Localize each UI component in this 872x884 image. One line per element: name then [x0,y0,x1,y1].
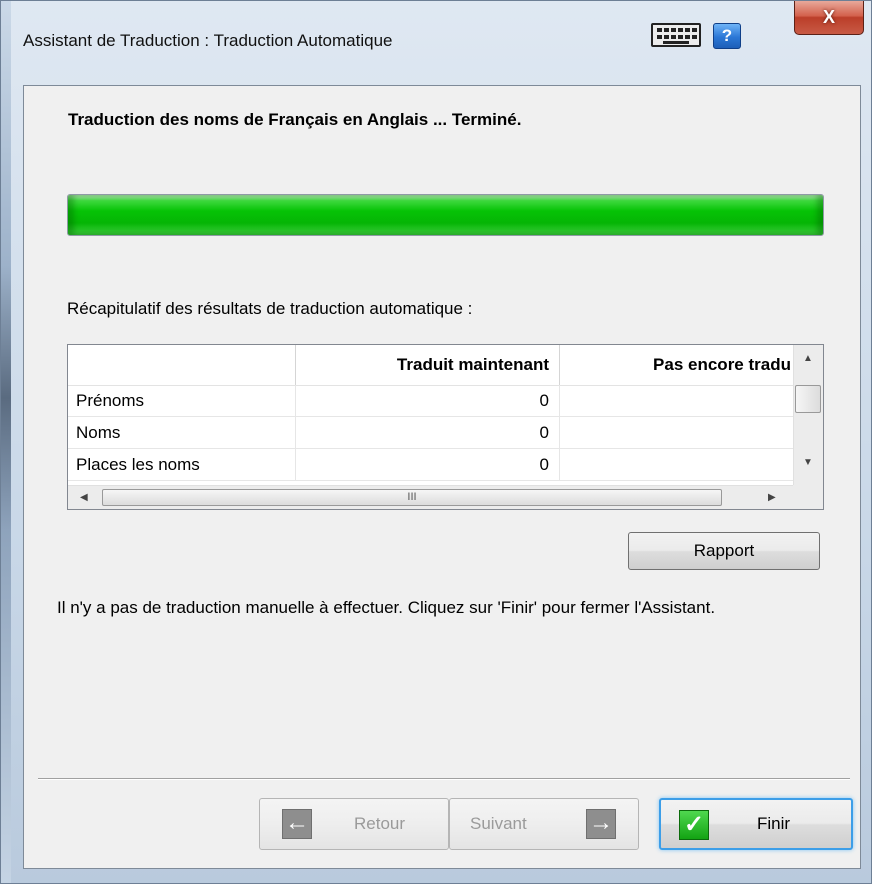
horizontal-scrollbar[interactable]: ◀ III ▶ [68,485,793,509]
row-pending [560,385,793,417]
finish-label: Finir [757,814,791,833]
table-row[interactable]: Places les noms 0 [68,449,793,481]
window-title: Assistant de Traduction : Traduction Aut… [23,31,393,50]
back-button[interactable]: ← Retour [259,798,449,850]
row-pending [560,449,793,481]
progress-fill [68,195,823,235]
status-heading: Traduction des noms de Français en Angla… [68,110,522,129]
scroll-left-icon[interactable]: ◀ [80,492,88,503]
row-name: Prénoms [68,385,296,417]
table-row[interactable]: Prénoms 0 [68,385,793,417]
close-button[interactable]: X [794,1,864,35]
finish-button[interactable]: ✓ Finir [659,798,853,850]
column-header-pending[interactable]: Pas encore tradu [560,345,793,385]
progress-bar [67,194,824,236]
title-bar: Assistant de Traduction : Traduction Aut… [1,1,871,85]
keyboard-icon[interactable] [651,23,701,47]
row-translated: 0 [296,449,560,481]
scroll-corner [793,485,823,509]
arrow-left-icon: ← [282,809,312,839]
row-name: Noms [68,417,296,449]
next-label: Suivant [470,814,527,833]
dialog-content: Traduction des noms de Français en Angla… [23,85,861,869]
back-label: Retour [354,814,406,833]
horizontal-scroll-thumb[interactable]: III [102,489,722,506]
summary-label: Récapitulatif des résultats de traductio… [67,299,473,318]
scroll-up-icon[interactable]: ▲ [803,353,813,364]
table-header: Traduit maintenant Pas encore tradu [68,345,793,386]
row-pending [560,417,793,449]
vertical-scrollbar[interactable]: ▲ ▼ [793,345,823,485]
results-table[interactable]: Traduit maintenant Pas encore tradu Prén… [67,344,824,510]
column-header-name[interactable] [68,345,296,385]
arrow-right-icon: → [586,809,616,839]
column-header-translated[interactable]: Traduit maintenant [296,345,560,385]
report-button[interactable]: Rapport [628,532,820,570]
scroll-right-icon[interactable]: ▶ [768,492,776,503]
info-message: Il n'y a pas de traduction manuelle à ef… [57,598,716,617]
row-translated: 0 [296,385,560,417]
dialog-window: Assistant de Traduction : Traduction Aut… [0,0,872,884]
footer-divider [38,778,850,780]
scroll-down-icon[interactable]: ▼ [803,457,813,468]
row-name: Places les noms [68,449,296,481]
vertical-scroll-thumb[interactable] [795,385,821,413]
help-button[interactable]: ? [713,23,741,49]
table-row[interactable]: Noms 0 [68,417,793,449]
row-translated: 0 [296,417,560,449]
check-icon: ✓ [679,810,709,840]
next-button[interactable]: Suivant → [449,798,639,850]
